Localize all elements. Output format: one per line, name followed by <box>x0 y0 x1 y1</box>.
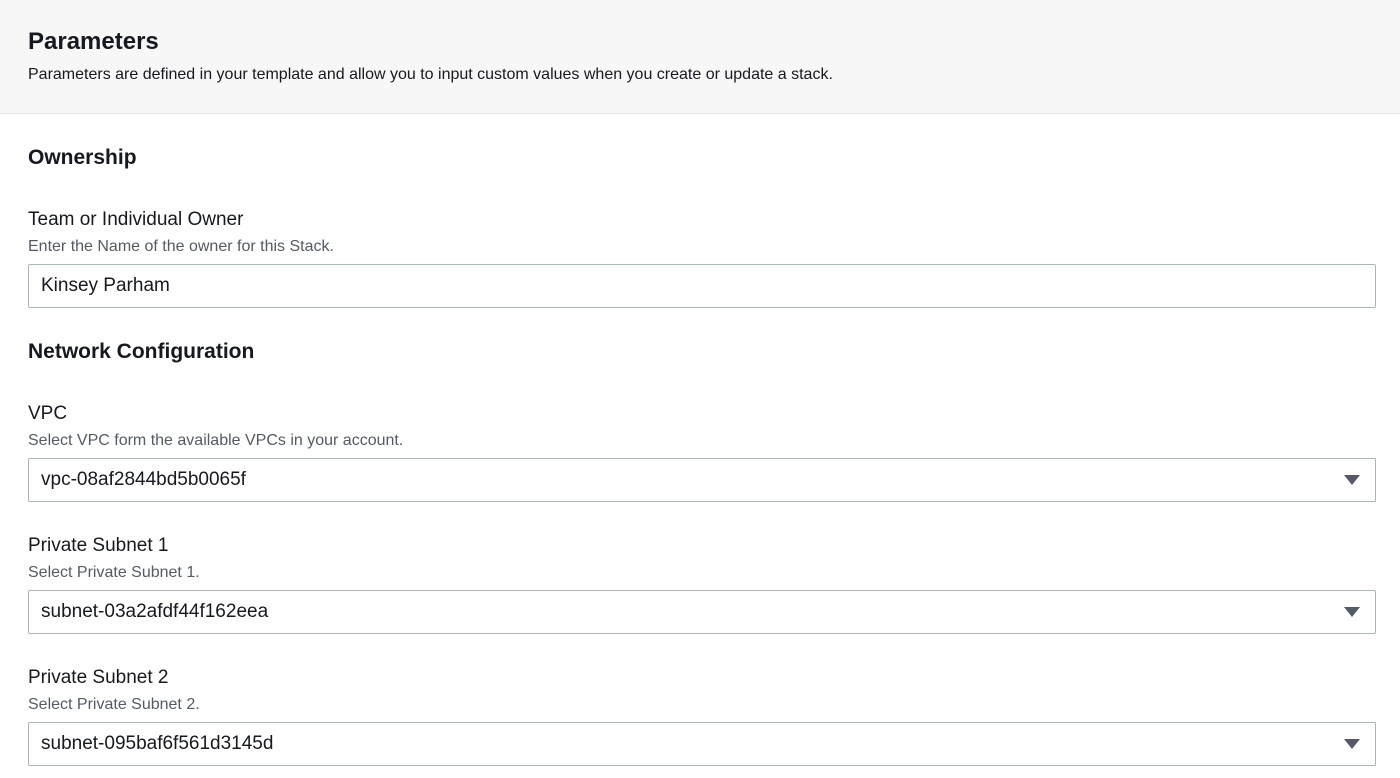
page-description: Parameters are defined in your template … <box>28 66 833 83</box>
private-subnet-1-select[interactable]: subnet-03a2afdf44f162eea <box>28 590 1376 634</box>
private-subnet-2-value: subnet-095baf6f561d3145d <box>41 733 274 754</box>
vpc-field-description: Select VPC form the available VPCs in yo… <box>28 432 404 449</box>
private-subnet-2-select[interactable]: subnet-095baf6f561d3145d <box>28 722 1376 766</box>
parameters-header: Parameters Parameters are defined in you… <box>0 0 1400 114</box>
vpc-select[interactable]: vpc-08af2844bd5b0065f <box>28 458 1376 502</box>
caret-down-icon <box>1344 607 1360 617</box>
private-subnet-1-value: subnet-03a2afdf44f162eea <box>41 601 269 622</box>
private-subnet-1-label: Private Subnet 1 <box>28 535 169 556</box>
section-title-network-configuration: Network Configuration <box>28 340 255 363</box>
owner-field-description: Enter the Name of the owner for this Sta… <box>28 238 334 255</box>
caret-down-icon <box>1344 739 1360 749</box>
page-title: Parameters <box>28 28 159 55</box>
owner-input[interactable]: Kinsey Parham <box>28 264 1376 308</box>
private-subnet-2-label: Private Subnet 2 <box>28 667 169 688</box>
caret-down-icon <box>1344 475 1360 485</box>
vpc-field-label: VPC <box>28 403 68 424</box>
section-title-ownership: Ownership <box>28 146 137 169</box>
owner-input-value: Kinsey Parham <box>41 275 170 296</box>
private-subnet-1-description: Select Private Subnet 1. <box>28 564 200 581</box>
owner-field-label: Team or Individual Owner <box>28 209 244 230</box>
parameters-page: Parameters Parameters are defined in you… <box>0 0 1400 778</box>
private-subnet-2-description: Select Private Subnet 2. <box>28 696 200 713</box>
vpc-select-value: vpc-08af2844bd5b0065f <box>41 469 246 490</box>
